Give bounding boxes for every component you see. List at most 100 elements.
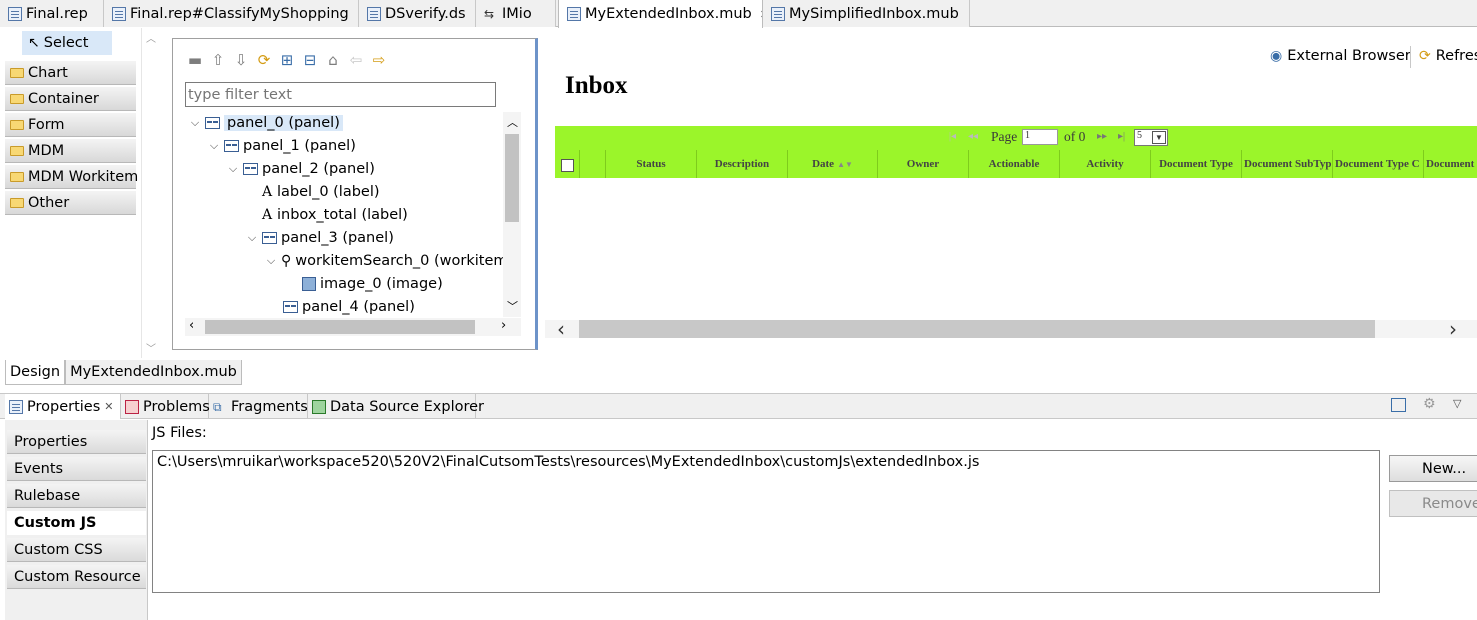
chevron-down-icon[interactable]: ﹀ (507, 298, 518, 314)
tree-node[interactable]: A inbox_total (label) (261, 204, 408, 226)
tab-properties[interactable]: Properties ✕ (5, 394, 121, 419)
external-browser-button[interactable]: ◉ External Browser (1270, 48, 1411, 64)
tab-label: Final.rep#ClassifyMyShopping (130, 5, 349, 22)
move-up-icon[interactable]: ⇧ (210, 52, 226, 68)
previous-page-icon[interactable]: ◂◂ (968, 131, 978, 142)
outline-vertical-scrollbar[interactable]: ︿ ﹀ (503, 112, 521, 317)
list-item[interactable]: C:\Users\mruikar\workspace520\520V2\Fina… (157, 454, 1375, 470)
chevron-right-icon[interactable]: › (1449, 317, 1457, 341)
tab-data-source-explorer[interactable]: Data Source Explorer (308, 394, 484, 419)
scroll-thumb[interactable] (505, 134, 519, 222)
close-icon[interactable]: ✕ (104, 400, 113, 413)
tree-node[interactable]: ⌵ panel_0 (panel) (189, 112, 343, 134)
palette-select-tool[interactable]: ↖ Select (22, 31, 112, 55)
remove-button[interactable]: Remove (1389, 490, 1477, 517)
category-events[interactable]: Events (7, 457, 146, 481)
tab-problems[interactable]: Problems (121, 394, 210, 419)
sort-icon: ▲▼ (837, 159, 853, 169)
chevron-down-icon[interactable]: ⌵ (208, 139, 220, 153)
column-header-date[interactable]: Date ▲▼ (787, 150, 877, 178)
first-page-icon[interactable]: |◂ (949, 131, 956, 142)
image-icon (302, 277, 316, 291)
editor-tab-imio[interactable]: ⇆ IMio (476, 0, 556, 27)
chevron-down-icon[interactable]: ⌵ (189, 116, 201, 130)
home-icon[interactable]: ⌂ (325, 52, 341, 68)
palette-drawer-form[interactable]: Form (5, 113, 136, 137)
palette-drawer-other[interactable]: Other (5, 191, 136, 215)
link-icon[interactable]: ⚙ (1423, 396, 1436, 412)
editor-tab-final-rep[interactable]: Final.rep (0, 0, 104, 27)
editor-tab-myextendedinbox[interactable]: MyExtendedInbox.mub ✕ (558, 0, 763, 28)
refresh-button[interactable]: ⟳ Refres (1419, 48, 1477, 64)
back-icon[interactable]: ⇦ (348, 52, 364, 68)
scroll-thumb[interactable] (205, 320, 475, 334)
palette-drawer-chart[interactable]: Chart (5, 61, 136, 85)
collapse-all-icon[interactable]: ⊟ (302, 52, 318, 68)
filter-input[interactable] (185, 82, 496, 107)
outline-horizontal-scrollbar[interactable]: ‹ › (185, 318, 521, 336)
collapse-icon[interactable]: ▬ (187, 52, 203, 68)
chevron-down-icon[interactable]: ⌵ (265, 254, 277, 268)
palette-drawer-mdm[interactable]: MDM (5, 139, 136, 163)
drawer-label: MDM (28, 142, 65, 159)
editor-tab-mysimplifiedinbox[interactable]: MySimplifiedInbox.mub (763, 0, 970, 27)
chevron-down-icon[interactable]: ▼ (1152, 131, 1166, 144)
move-down-icon[interactable]: ⇩ (233, 52, 249, 68)
category-custom-js[interactable]: Custom JS (7, 511, 146, 535)
tab-source[interactable]: MyExtendedInbox.mub (65, 360, 242, 385)
tree-node[interactable]: ⌵ panel_1 (panel) (208, 135, 356, 157)
forward-icon[interactable]: ⇨ (371, 52, 387, 68)
chevron-down-icon[interactable]: ⌵ (246, 231, 258, 245)
new-button[interactable]: New... (1389, 455, 1477, 482)
page-size-select[interactable]: 5 ▼ (1134, 129, 1168, 146)
select-all-checkbox[interactable] (561, 159, 574, 172)
column-header-activity[interactable]: Activity (1059, 150, 1150, 178)
palette-drawer-mdm-workitem[interactable]: MDM Workitem (5, 165, 138, 189)
editor-tab-dsverify[interactable]: DSverify.ds (359, 0, 476, 27)
palette-drawer-container[interactable]: Container (5, 87, 136, 111)
category-custom-resource[interactable]: Custom Resource (7, 565, 146, 589)
chevron-up-icon[interactable]: ︿ (146, 30, 156, 45)
column-header-document-type-c[interactable]: Document Type C (1332, 150, 1423, 178)
refresh-icon[interactable]: ⟳ (256, 52, 272, 68)
editor-tab-classify[interactable]: Final.rep#ClassifyMyShopping (104, 0, 359, 27)
chevron-right-icon[interactable]: › (501, 318, 506, 333)
column-header-document-type[interactable]: Document Type (1150, 150, 1241, 178)
js-files-list[interactable]: C:\Users\mruikar\workspace520\520V2\Fina… (152, 450, 1380, 593)
view-menu-icon[interactable]: ▽ (1453, 397, 1461, 410)
chevron-down-icon[interactable]: ⌵ (227, 162, 239, 176)
design-canvas: ◉ External Browser ⟳ Refres Inbox |◂ ◂◂ … (545, 28, 1477, 353)
chevron-left-icon[interactable]: ‹ (557, 317, 565, 341)
category-custom-css[interactable]: Custom CSS (7, 538, 146, 562)
tree-node[interactable]: ⌵ panel_2 (panel) (227, 158, 375, 180)
tree-node[interactable]: A label_0 (label) (261, 181, 380, 203)
column-header-owner[interactable]: Owner (877, 150, 968, 178)
column-header-actionable[interactable]: Actionable (968, 150, 1059, 178)
canvas-horizontal-scrollbar[interactable]: ‹ › (545, 317, 1477, 341)
chevron-left-icon[interactable]: ‹ (189, 318, 194, 333)
palette-scrollbar[interactable]: ︿ ﹀ (141, 28, 159, 358)
tab-design[interactable]: Design (5, 360, 66, 385)
column-header-status[interactable]: Status (605, 150, 696, 178)
tab-label: Properties (27, 398, 101, 415)
tree-node[interactable]: ⌵ ⚲ workitemSearch_0 (workitemS (265, 250, 509, 272)
chevron-up-icon[interactable]: ︿ (507, 114, 518, 130)
column-header-description[interactable]: Description (696, 150, 787, 178)
pin-view-icon[interactable] (1391, 398, 1406, 412)
category-rulebase[interactable]: Rulebase (7, 484, 146, 508)
column-header-document[interactable]: Document (1423, 150, 1477, 178)
expand-all-icon[interactable]: ⊞ (279, 52, 295, 68)
tab-fragments[interactable]: ⧉ Fragments (209, 394, 308, 419)
column-header-document-subtype[interactable]: Document SubTyp (1241, 150, 1332, 178)
tree-node[interactable]: image_0 (image) (302, 273, 443, 295)
category-properties[interactable]: Properties (7, 430, 146, 454)
panel-icon (224, 140, 239, 152)
tree-node[interactable]: panel_4 (panel) (283, 296, 415, 317)
globe-icon: ◉ (1270, 48, 1283, 64)
chevron-down-icon[interactable]: ﹀ (146, 340, 156, 355)
tree-node[interactable]: ⌵ panel_3 (panel) (246, 227, 394, 249)
last-page-icon[interactable]: ▸| (1118, 131, 1125, 142)
page-number-input[interactable]: 1 (1022, 129, 1058, 145)
next-page-icon[interactable]: ▸▸ (1097, 131, 1107, 142)
scroll-thumb[interactable] (579, 320, 1375, 338)
